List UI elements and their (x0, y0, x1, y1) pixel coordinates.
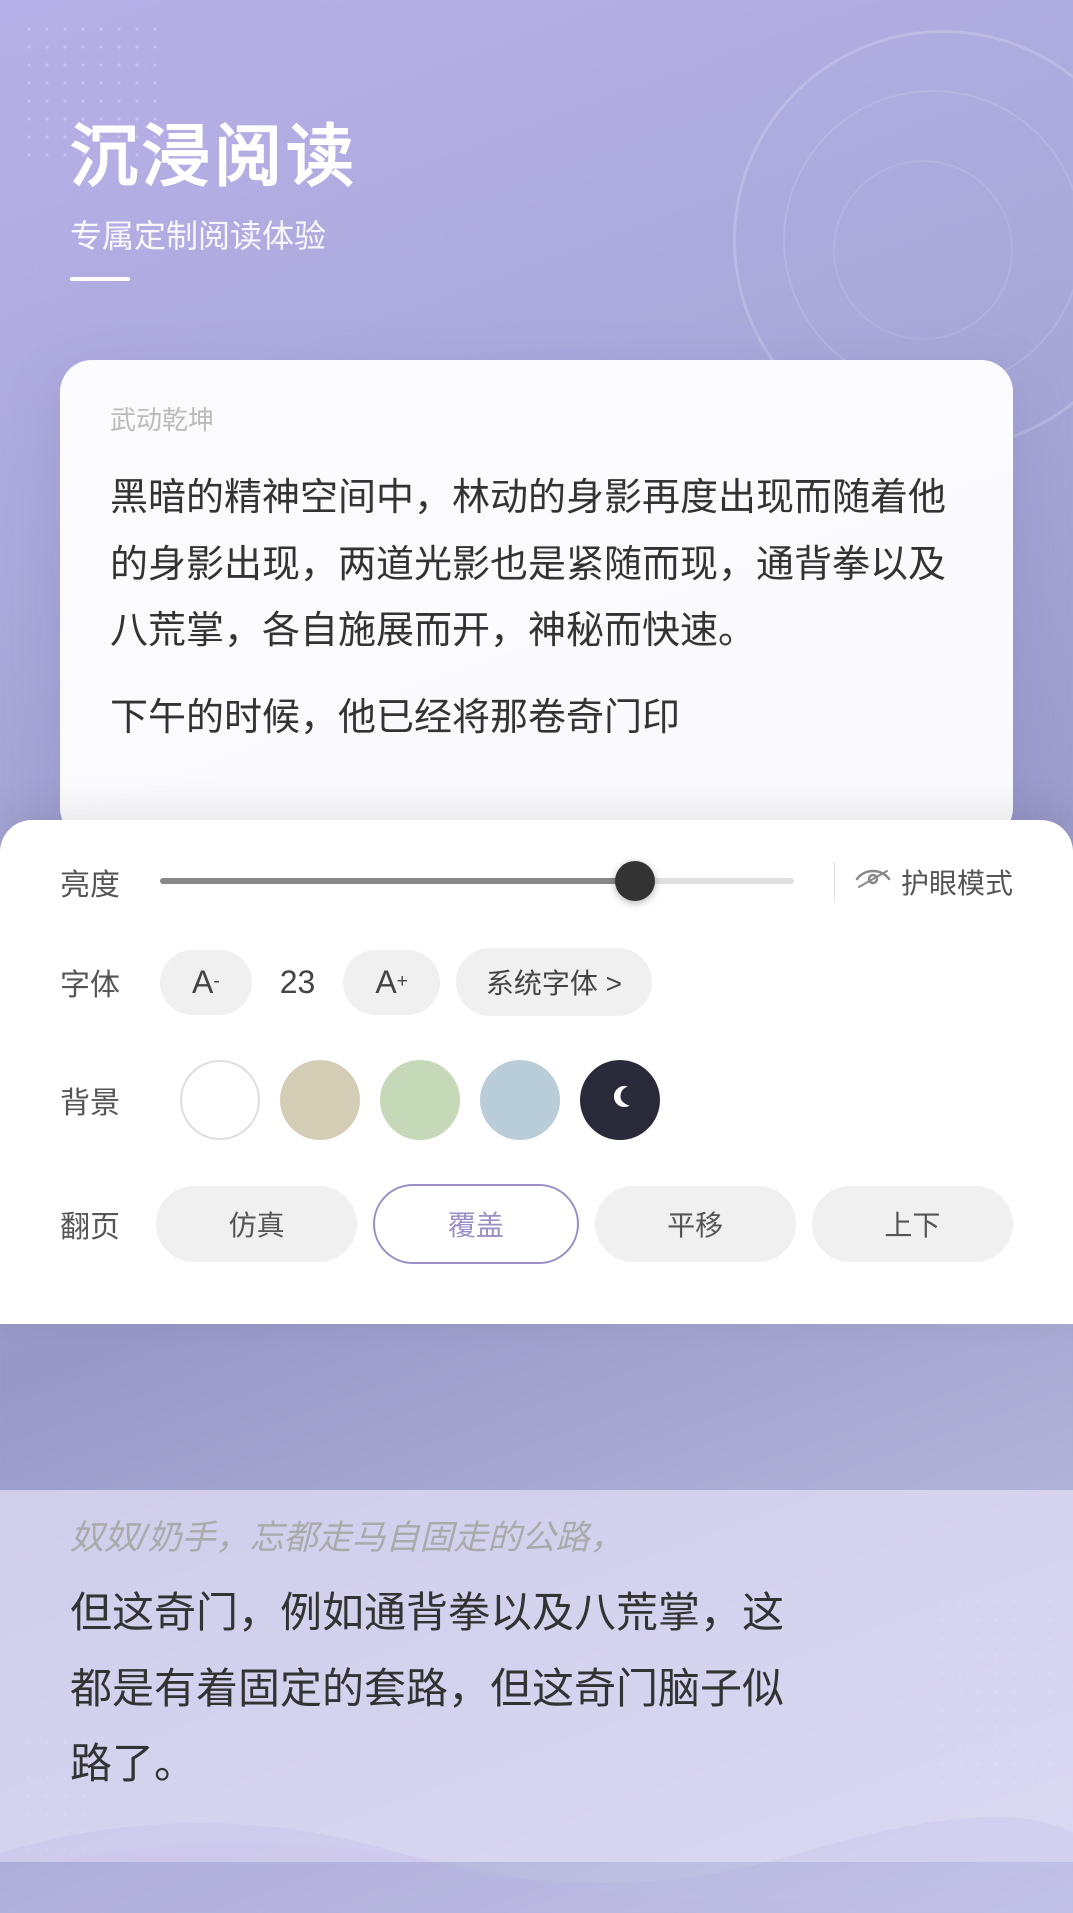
pageturn-row: 翻页 仿真 覆盖 平移 上下 (60, 1184, 1013, 1264)
header-divider (70, 277, 130, 281)
pageturn-slide-button[interactable]: 平移 (595, 1186, 796, 1262)
bottom-text-clear: 但这奇门，例如通背拳以及八荒掌，这 都是有着固定的套路，但这奇门脑子似 路了。 (70, 1575, 1003, 1802)
reading-card: 武动乾坤 黑暗的精神空间中，林动的身影再度出现而随着他的身影出现，两道光影也是紧… (60, 360, 1013, 840)
font-increase-button[interactable]: A+ (343, 950, 440, 1015)
pageturn-label: 翻页 (60, 1202, 140, 1246)
bottom-text-line3: 路了。 (70, 1726, 1003, 1802)
moon-icon (602, 1078, 638, 1122)
eye-mode-label: 护眼模式 (901, 862, 1013, 902)
bg-option-beige[interactable] (280, 1060, 360, 1140)
brightness-slider-track (160, 878, 794, 884)
bg-label: 背景 (60, 1078, 140, 1122)
brightness-divider (834, 862, 835, 902)
brightness-slider-thumb[interactable] (615, 861, 655, 901)
pageturn-updown-button[interactable]: 上下 (812, 1186, 1013, 1262)
font-type-button[interactable]: 系统字体 > (456, 948, 652, 1016)
bg-option-dark[interactable] (580, 1060, 660, 1140)
page-title: 沉浸阅读 (70, 120, 358, 195)
bg-decoration-circle-small (833, 160, 1013, 340)
font-row: 字体 A- 23 A+ 系统字体 > (60, 948, 1013, 1016)
brightness-slider-container (160, 878, 794, 886)
page-subtitle: 专属定制阅读体验 (70, 211, 358, 257)
bg-option-blue[interactable] (480, 1060, 560, 1140)
bottom-text-blurred: 奴奴/奶手，忘都走马自固走的公路， (70, 1510, 1003, 1565)
bg-option-green[interactable] (380, 1060, 460, 1140)
wave-decoration (0, 1793, 1073, 1913)
font-size-display: 23 (260, 964, 336, 1001)
font-label: 字体 (60, 960, 140, 1004)
bottom-text-line1: 但这奇门，例如通背拳以及八荒掌，这 (70, 1575, 1003, 1651)
background-row: 背景 (60, 1060, 1013, 1140)
book-title: 武动乾坤 (110, 400, 963, 437)
font-decrease-button[interactable]: A- (160, 950, 252, 1015)
pageturn-simulated-button[interactable]: 仿真 (156, 1186, 357, 1262)
reading-text-paragraph2: 下午的时候，他已经将那卷奇门印 (110, 685, 963, 752)
settings-panel: 亮度 护眼模式 字体 A- 23 A+ (0, 820, 1073, 1324)
bottom-text-line2: 都是有着固定的套路，但这奇门脑子似 (70, 1651, 1003, 1727)
header: 沉浸阅读 专属定制阅读体验 (70, 120, 358, 281)
bg-option-white[interactable] (180, 1060, 260, 1140)
font-controls: A- 23 A+ (160, 950, 440, 1015)
brightness-row: 亮度 护眼模式 (60, 860, 1013, 904)
reading-text-paragraph1: 黑暗的精神空间中，林动的身影再度出现而随着他的身影出现，两道光影也是紧随而现，通… (110, 465, 963, 665)
eye-icon (855, 866, 891, 898)
brightness-slider-fill (160, 878, 635, 884)
pageturn-cover-button[interactable]: 覆盖 (373, 1184, 578, 1264)
eye-mode-toggle[interactable]: 护眼模式 (855, 862, 1013, 902)
brightness-label: 亮度 (60, 860, 140, 904)
